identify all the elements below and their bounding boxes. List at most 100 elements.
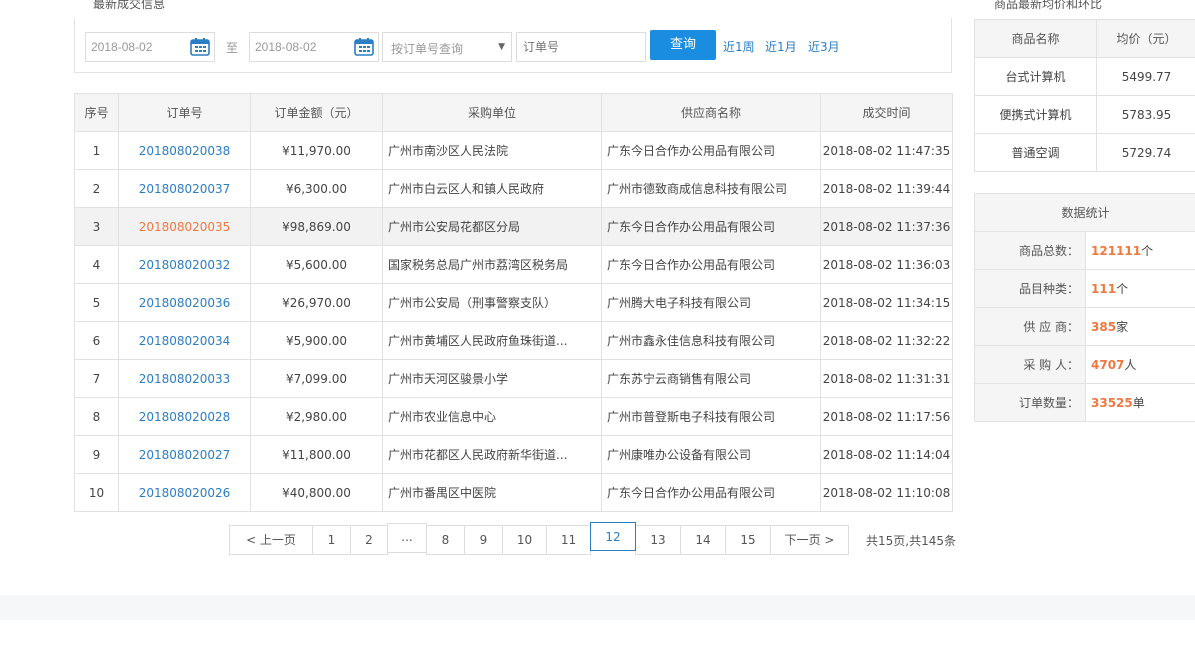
- orders-table: 序号 订单号 订单金额（元） 采购单位 供应商名称 成交时间 1 2018080…: [74, 93, 953, 512]
- price-row: 便携式计算机 5783.95: [974, 95, 1195, 134]
- page-8[interactable]: 8: [426, 525, 465, 555]
- date-range-separator: 至: [226, 41, 239, 55]
- stats-value: 33525: [1091, 396, 1133, 410]
- quick-link-3-months[interactable]: 近3月: [808, 38, 840, 55]
- row-no: 3: [74, 207, 119, 246]
- price-table: 商品名称 均价（元） 台式计算机 5499.77 便携式计算机 5783.95 …: [974, 19, 1195, 172]
- order-amount: ¥2,980.00: [250, 397, 383, 436]
- supplier-name: 广东今日合作办公用品有限公司: [601, 131, 821, 170]
- end-date-field[interactable]: [249, 32, 379, 62]
- order-link[interactable]: 201808020034: [139, 334, 231, 348]
- order-amount: ¥40,800.00: [250, 473, 383, 512]
- query-button[interactable]: 查询: [650, 30, 716, 60]
- buyer-name: 广州市番禺区中医院: [382, 473, 602, 512]
- supplier-name: 广东今日合作办公用品有限公司: [601, 473, 821, 512]
- header-time: 成交时间: [820, 93, 953, 132]
- row-no: 5: [74, 283, 119, 322]
- deal-time: 2018-08-02 11:36:03: [820, 245, 953, 284]
- order-amount: ¥5,900.00: [250, 321, 383, 360]
- page-2[interactable]: 2: [350, 525, 388, 555]
- row-no: 4: [74, 245, 119, 284]
- buyer-name: 广州市白云区人和镇人民政府: [382, 169, 602, 208]
- table-row: 7 201808020033 ¥7,099.00 广州市天河区骏景小学 广东苏宁…: [74, 359, 953, 398]
- supplier-name: 广州腾大电子科技有限公司: [601, 283, 821, 322]
- header-product-name: 商品名称: [974, 19, 1097, 58]
- start-date-field[interactable]: [85, 32, 215, 62]
- table-row: 9 201808020027 ¥11,800.00 广州市花都区人民政府新华街道…: [74, 435, 953, 474]
- product-price: 5783.95: [1096, 95, 1195, 134]
- table-row: 2 201808020037 ¥6,300.00 广州市白云区人和镇人民政府 广…: [74, 169, 953, 208]
- query-type-select[interactable]: 按订单号查询 ▼: [382, 32, 512, 62]
- price-row: 台式计算机 5499.77: [974, 57, 1195, 96]
- stats-row: 商品总数： 121111个: [974, 231, 1195, 270]
- page-1[interactable]: 1: [312, 525, 351, 555]
- page-12-current[interactable]: 12: [590, 522, 636, 551]
- header-amount: 订单金额（元）: [250, 93, 383, 132]
- stats-title: 数据统计: [973, 193, 1195, 232]
- order-link[interactable]: 201808020032: [139, 258, 231, 272]
- calendar-icon[interactable]: [354, 38, 374, 56]
- stats-row: 品目种类： 111个: [974, 269, 1195, 308]
- order-link-cell: 201808020038: [118, 131, 251, 170]
- stats-label: 品目种类：: [974, 269, 1086, 308]
- supplier-name: 广东今日合作办公用品有限公司: [601, 207, 821, 246]
- order-link[interactable]: 201808020035: [139, 220, 231, 234]
- page-9[interactable]: 9: [464, 525, 503, 555]
- buyer-name: 广州市公安局花都区分局: [382, 207, 602, 246]
- stats-value-cell: 33525单: [1084, 383, 1195, 422]
- order-link[interactable]: 201808020036: [139, 296, 231, 310]
- pagination: < 上一页 1 2 ... 8 9 10 11 12 13 14 15 下一页 …: [229, 522, 849, 555]
- supplier-name: 广州市德致商成信息科技有限公司: [601, 169, 821, 208]
- quick-link-1-week[interactable]: 近1周: [723, 38, 755, 55]
- supplier-name: 广东今日合作办公用品有限公司: [601, 245, 821, 284]
- query-type-value: 按订单号查询: [391, 42, 464, 56]
- order-link-cell: 201808020033: [118, 359, 251, 398]
- deal-time: 2018-08-02 11:34:15: [820, 283, 953, 322]
- order-link[interactable]: 201808020026: [139, 486, 231, 500]
- stats-value: 385: [1091, 320, 1117, 334]
- row-no: 6: [74, 321, 119, 360]
- footer-band: [0, 595, 1195, 620]
- order-amount: ¥6,300.00: [250, 169, 383, 208]
- page-10[interactable]: 10: [502, 525, 547, 555]
- order-amount: ¥26,970.00: [250, 283, 383, 322]
- stats-value: 111: [1091, 282, 1117, 296]
- stats-row: 订单数量： 33525单: [974, 383, 1195, 422]
- price-row: 普通空调 5729.74: [974, 133, 1195, 172]
- buyer-name: 广州市花都区人民政府新华街道...: [382, 435, 602, 474]
- order-link-cell: 201808020032: [118, 245, 251, 284]
- page-13[interactable]: 13: [635, 525, 681, 555]
- page-14[interactable]: 14: [680, 525, 726, 555]
- order-link[interactable]: 201808020038: [139, 144, 231, 158]
- prev-page-button[interactable]: < 上一页: [229, 525, 313, 555]
- stats-value: 4707: [1091, 358, 1125, 372]
- page-15[interactable]: 15: [725, 525, 771, 555]
- stats-label: 商品总数：: [974, 231, 1086, 270]
- calendar-icon[interactable]: [190, 38, 210, 56]
- stats-row: 采 购 人： 4707人: [974, 345, 1195, 384]
- product-name: 便携式计算机: [974, 95, 1097, 134]
- page-11[interactable]: 11: [546, 525, 591, 555]
- product-name: 普通空调: [974, 133, 1097, 172]
- buyer-name: 广州市南沙区人民法院: [382, 131, 602, 170]
- header-buyer: 采购单位: [382, 93, 602, 132]
- order-link[interactable]: 201808020037: [139, 182, 231, 196]
- header-supplier: 供应商名称: [601, 93, 821, 132]
- next-page-button[interactable]: 下一页 >: [770, 525, 849, 555]
- order-link[interactable]: 201808020033: [139, 372, 231, 386]
- deal-time: 2018-08-02 11:37:36: [820, 207, 953, 246]
- stats-unit: 家: [1116, 320, 1129, 334]
- row-no: 2: [74, 169, 119, 208]
- stats-header: 数据统计: [973, 193, 1195, 232]
- order-link[interactable]: 201808020028: [139, 410, 231, 424]
- buyer-name: 广州市天河区骏景小学: [382, 359, 602, 398]
- order-link[interactable]: 201808020027: [139, 448, 231, 462]
- order-number-field[interactable]: [516, 32, 646, 62]
- supplier-name: 广州市普登斯电子科技有限公司: [601, 397, 821, 436]
- quick-link-1-month[interactable]: 近1月: [765, 38, 797, 55]
- search-bar: 至 按订单号查询 ▼ 查询 近1周 近1月 近3月: [74, 18, 952, 73]
- order-number-input[interactable]: [517, 33, 645, 61]
- table-row: 10 201808020026 ¥40,800.00 广州市番禺区中医院 广东今…: [74, 473, 953, 512]
- table-row: 6 201808020034 ¥5,900.00 广州市黄埔区人民政府鱼珠街道.…: [74, 321, 953, 360]
- stats-value-cell: 121111个: [1084, 231, 1195, 270]
